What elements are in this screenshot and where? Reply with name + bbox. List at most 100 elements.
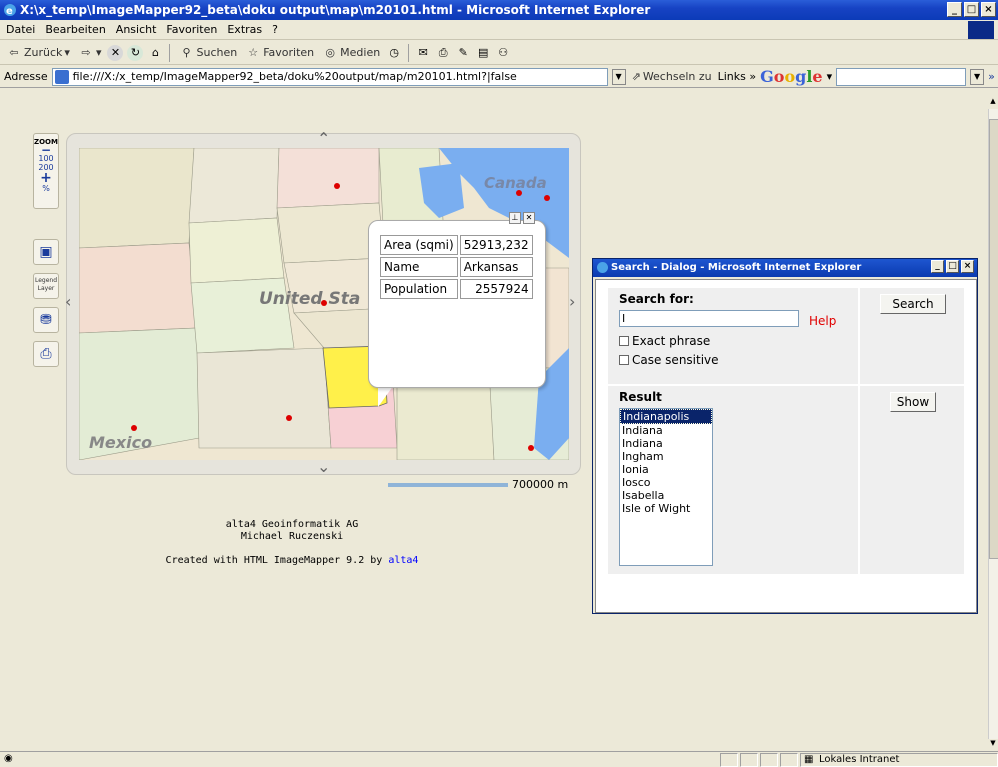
toolbar-overflow-icon[interactable]: » xyxy=(988,70,995,83)
discuss-icon[interactable]: ▤ xyxy=(475,45,491,61)
media-icon: ◎ xyxy=(325,45,335,59)
menu-datei[interactable]: Datei xyxy=(6,23,35,36)
dialog-maximize-button[interactable]: □ xyxy=(946,260,959,273)
zoom-level-100[interactable]: 100 xyxy=(34,154,58,163)
country-label: United Sta xyxy=(259,289,360,309)
state-shape[interactable] xyxy=(188,217,285,284)
menu-extras[interactable]: Extras xyxy=(227,23,262,36)
zoom-in-icon[interactable]: + xyxy=(34,171,58,185)
edit-icon[interactable]: ✎ xyxy=(455,45,471,61)
list-item[interactable]: Ingham xyxy=(620,450,712,463)
vertical-scrollbar[interactable] xyxy=(988,109,998,751)
city-marker[interactable] xyxy=(544,195,550,201)
google-search-input[interactable] xyxy=(836,67,967,86)
dialog-minimize-button[interactable]: _ xyxy=(931,260,944,273)
pan-north-icon[interactable]: ⌃ xyxy=(317,131,330,147)
binoculars-icon: ⛃ xyxy=(40,312,52,328)
show-button[interactable]: Show xyxy=(890,392,936,412)
history-icon[interactable]: ◷ xyxy=(386,45,402,61)
list-item[interactable]: Isle of Wight xyxy=(620,502,712,515)
links-button[interactable]: Links » xyxy=(718,70,757,83)
credits-author: Michael Ruczenski xyxy=(240,531,344,542)
address-input[interactable]: file:///X:/x_temp/ImageMapper92_beta/dok… xyxy=(51,67,608,86)
city-marker[interactable] xyxy=(286,415,292,421)
messenger-icon[interactable]: ⚇ xyxy=(495,45,511,61)
window-icon: ▣ xyxy=(39,244,53,260)
search-icon: ⚲ xyxy=(182,45,191,59)
search-dialog: Search - Dialog - Microsoft Internet Exp… xyxy=(592,258,978,614)
google-dropdown-icon[interactable]: ▾ xyxy=(827,70,833,83)
search-button[interactable]: ⚲ Suchen xyxy=(176,45,239,61)
forward-button[interactable]: ⇨ ▾ xyxy=(76,45,104,61)
city-marker[interactable] xyxy=(334,183,340,189)
city-marker[interactable] xyxy=(131,425,137,431)
back-button[interactable]: ⇦ Zurück ▾ xyxy=(4,45,72,61)
back-arrow-icon: ⇦ xyxy=(9,45,19,59)
zoom-percent[interactable]: % xyxy=(34,184,58,193)
state-shape[interactable] xyxy=(196,347,332,449)
overview-button[interactable]: ▣ xyxy=(33,239,59,265)
popup-close-icon[interactable]: ✕ xyxy=(523,212,535,224)
menu-favoriten[interactable]: Favoriten xyxy=(166,23,217,36)
pan-east-icon[interactable]: › xyxy=(569,294,575,310)
refresh-icon[interactable]: ↻ xyxy=(127,44,144,61)
search-button[interactable]: Search xyxy=(880,294,946,314)
list-item[interactable]: Indiana xyxy=(620,437,712,450)
alta4-link[interactable]: alta4 xyxy=(388,555,418,566)
print-map-button[interactable]: ⎙ xyxy=(33,341,59,367)
pan-south-icon[interactable]: ⌄ xyxy=(317,459,330,475)
list-item[interactable]: Ionia xyxy=(620,463,712,476)
result-label: Result xyxy=(619,390,662,404)
legend-button[interactable]: Legend Layer xyxy=(33,273,59,299)
favorites-button[interactable]: ☆ Favoriten xyxy=(243,45,316,61)
list-item[interactable]: Iosco xyxy=(620,476,712,489)
case-sensitive-checkbox[interactable]: Case sensitive xyxy=(619,353,719,367)
stop-icon[interactable]: ✕ xyxy=(107,44,124,61)
dialog-body: Search for: I Help Exact phrase Case sen… xyxy=(595,279,977,613)
home-icon[interactable]: ⌂ xyxy=(147,45,163,61)
help-link[interactable]: Help xyxy=(809,314,836,328)
state-shape[interactable] xyxy=(276,148,380,209)
city-marker[interactable] xyxy=(528,445,534,451)
minimize-button[interactable]: _ xyxy=(947,2,962,17)
list-item[interactable]: Indiana xyxy=(620,424,712,437)
state-shape[interactable] xyxy=(79,242,198,334)
print-icon[interactable]: ⎙ xyxy=(435,45,451,61)
google-input-dropdown-icon[interactable]: ▼ xyxy=(970,68,985,85)
dialog-close-button[interactable]: × xyxy=(961,260,974,273)
result-panel: Result Indianapolis Indiana Indiana Ingh… xyxy=(608,386,858,574)
scroll-up-icon[interactable]: ▲ xyxy=(988,97,998,109)
security-zone: ▦ Lokales Intranet xyxy=(800,753,998,767)
zoom-control[interactable]: ZOOM − 100 200 + % xyxy=(33,133,59,209)
mexico-label: Mexico xyxy=(89,433,152,452)
search-binoculars-button[interactable]: ⛃ xyxy=(33,307,59,333)
menu-help[interactable]: ? xyxy=(272,23,278,36)
address-label: Adresse xyxy=(4,70,48,83)
pan-west-icon[interactable]: ‹ xyxy=(65,294,71,310)
media-button[interactable]: ◎ Medien xyxy=(320,45,382,61)
credits: alta4 Geoinformatik AG Michael Ruczenski… xyxy=(140,519,444,567)
page-status-icon: ◉ xyxy=(4,753,13,764)
search-input[interactable]: I xyxy=(619,310,799,327)
intranet-icon: ▦ xyxy=(804,754,814,765)
pin-icon[interactable]: ⊥ xyxy=(509,212,521,224)
menu-ansicht[interactable]: Ansicht xyxy=(116,23,157,36)
state-shape[interactable] xyxy=(188,148,280,224)
scroll-down-icon[interactable]: ▼ xyxy=(988,739,998,751)
forward-arrow-icon: ⇨ xyxy=(81,45,91,59)
google-logo[interactable]: Google xyxy=(760,67,822,86)
exact-phrase-checkbox[interactable]: Exact phrase xyxy=(619,334,710,348)
state-shape[interactable] xyxy=(79,148,195,249)
zoom-out-icon[interactable]: − xyxy=(34,144,58,156)
scale-bar xyxy=(388,483,508,487)
result-listbox[interactable]: Indianapolis Indiana Indiana Ingham Ioni… xyxy=(619,408,713,566)
list-item[interactable]: Isabella xyxy=(620,489,712,502)
scrollbar-thumb[interactable] xyxy=(989,119,998,559)
maximize-button[interactable]: □ xyxy=(964,2,979,17)
go-button[interactable]: ⇗ Wechseln zu xyxy=(630,70,714,83)
address-dropdown-icon[interactable]: ▼ xyxy=(611,68,626,85)
menu-bearbeiten[interactable]: Bearbeiten xyxy=(45,23,105,36)
list-item[interactable]: Indianapolis xyxy=(620,409,712,424)
close-button[interactable]: × xyxy=(981,2,996,17)
mail-icon[interactable]: ✉ xyxy=(415,45,431,61)
